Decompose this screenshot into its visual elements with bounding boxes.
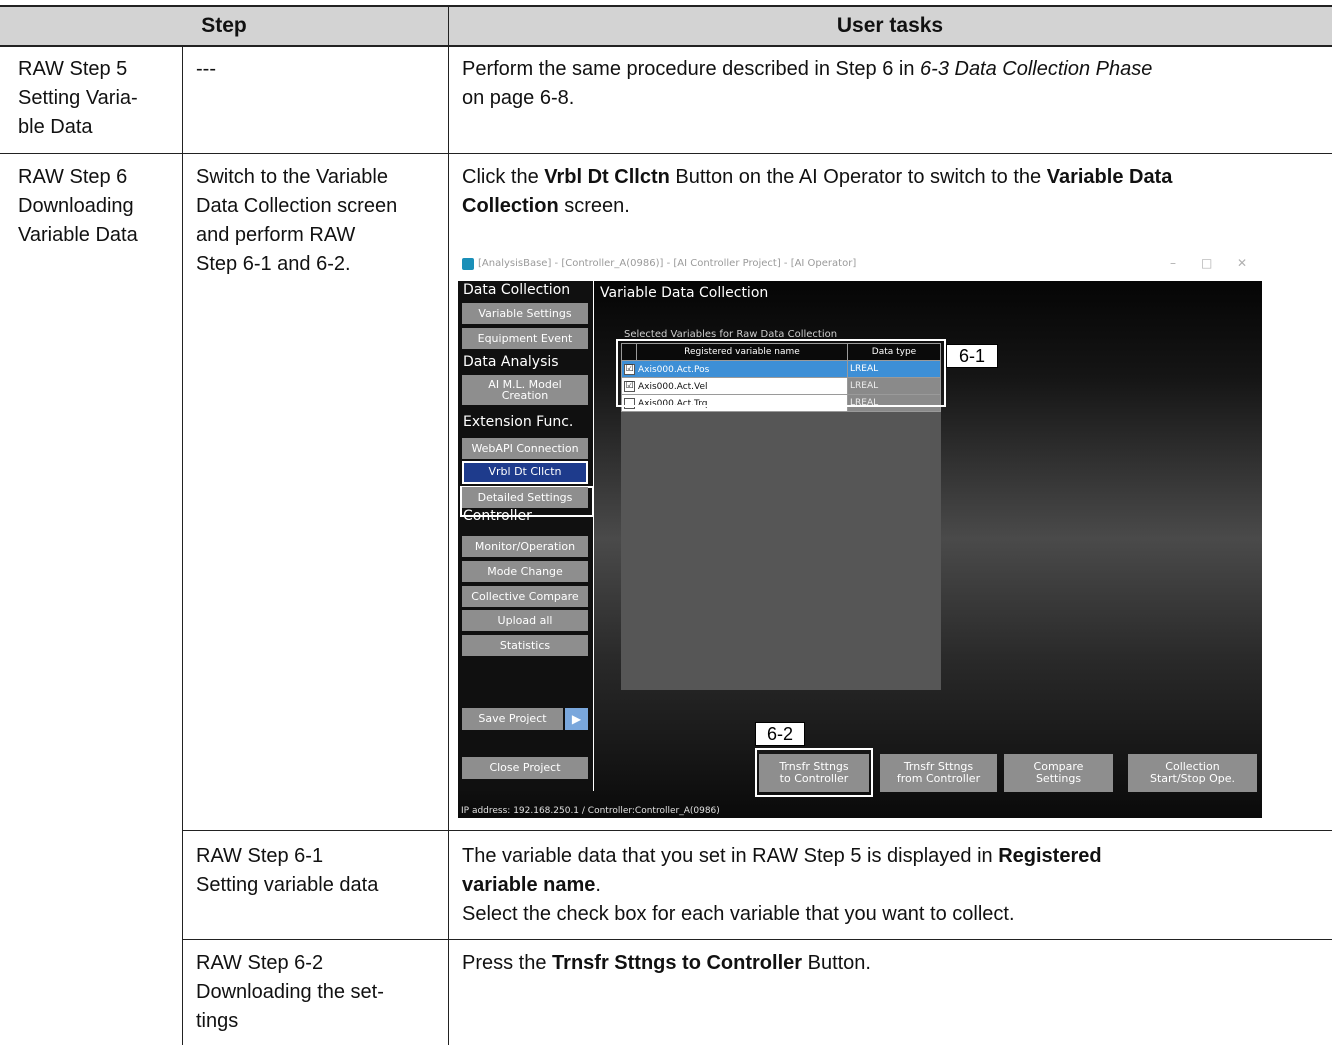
collective-compare-button[interactable]: Collective Compare (462, 586, 588, 607)
collection-start-stop-button[interactable]: Collection Start/Stop Ope. (1128, 754, 1257, 792)
section-extension: Extension Func. (463, 414, 574, 430)
section-reference: 6-3 Data Collection Phase (920, 58, 1153, 80)
row3-task: The variable data that you set in RAW St… (462, 845, 1102, 925)
close-icon[interactable]: ✕ (1237, 256, 1247, 270)
header-user-tasks: User tasks (836, 14, 944, 37)
trnsfr-sttngs-from-controller-button[interactable]: Trnsfr Sttngs from Controller (880, 754, 997, 792)
play-arrow-icon[interactable]: ▶ (565, 708, 588, 730)
row1-substep: --- (196, 58, 216, 80)
row4-task: Press the Trnsfr Sttngs to Controller Bu… (462, 952, 871, 974)
save-project-button[interactable]: Save Project (462, 708, 563, 730)
monitor-operation-button[interactable]: Monitor/Operation (462, 536, 588, 557)
callout-6-1: 6-1 (946, 344, 998, 368)
ip-address-status: IP address: 192.168.250.1 / Controller:C… (461, 806, 720, 816)
section-data-collection: Data Collection (463, 282, 571, 298)
header-step: Step (201, 14, 247, 37)
vrbl-dt-cllctn-button[interactable]: Vrbl Dt Cllctn (462, 461, 588, 484)
mode-change-button[interactable]: Mode Change (462, 561, 588, 582)
app-content: Data Collection Variable Settings Equipm… (458, 281, 1262, 818)
compare-settings-button[interactable]: Compare Settings (1004, 754, 1113, 792)
app-logo-icon (462, 258, 474, 270)
statistics-button[interactable]: Statistics (462, 635, 588, 656)
row1-step: RAW Step 5 Setting Varia- ble Data (18, 58, 138, 138)
detailed-settings-button[interactable]: Detailed Settings (462, 487, 588, 508)
equipment-event-button[interactable]: Equipment Event (462, 328, 588, 349)
upload-all-button[interactable]: Upload all (462, 610, 588, 631)
ai-operator-window: [AnalysisBase] - [Controller_A(0986)] - … (458, 251, 1262, 818)
sidebar: Data Collection Variable Settings Equipm… (458, 281, 594, 791)
screen-title: Variable Data Collection (600, 285, 769, 301)
callout-6-2: 6-2 (755, 722, 805, 746)
row2-task: Click the Vrbl Dt Cllctn Button on the A… (462, 166, 1173, 217)
highlight-box (616, 339, 946, 407)
maximize-icon[interactable]: □ (1201, 256, 1212, 270)
variable-settings-button[interactable]: Variable Settings (462, 303, 588, 324)
section-controller: Controller (463, 508, 532, 524)
ai-model-creation-button[interactable]: AI M.L. Model Creation (462, 375, 588, 405)
row3-substep: RAW Step 6-1 Setting variable data (196, 845, 379, 896)
row1-task: Perform the same procedure described in … (462, 58, 1153, 109)
window-titlebar: [AnalysisBase] - [Controller_A(0986)] - … (458, 251, 1262, 281)
trnsfr-sttngs-to-controller-button[interactable]: Trnsfr Sttngs to Controller (759, 754, 869, 792)
section-data-analysis: Data Analysis (463, 354, 559, 370)
row4-substep: RAW Step 6-2 Downloading the set- tings (196, 952, 384, 1032)
webapi-connection-button[interactable]: WebAPI Connection (462, 438, 588, 459)
window-title: [AnalysisBase] - [Controller_A(0986)] - … (478, 258, 857, 269)
row2-step: RAW Step 6 Downloading Variable Data (18, 166, 138, 246)
row2-substep: Switch to the Variable Data Collection s… (196, 166, 398, 275)
close-project-button[interactable]: Close Project (462, 757, 588, 779)
minimize-icon[interactable]: – (1170, 256, 1176, 270)
